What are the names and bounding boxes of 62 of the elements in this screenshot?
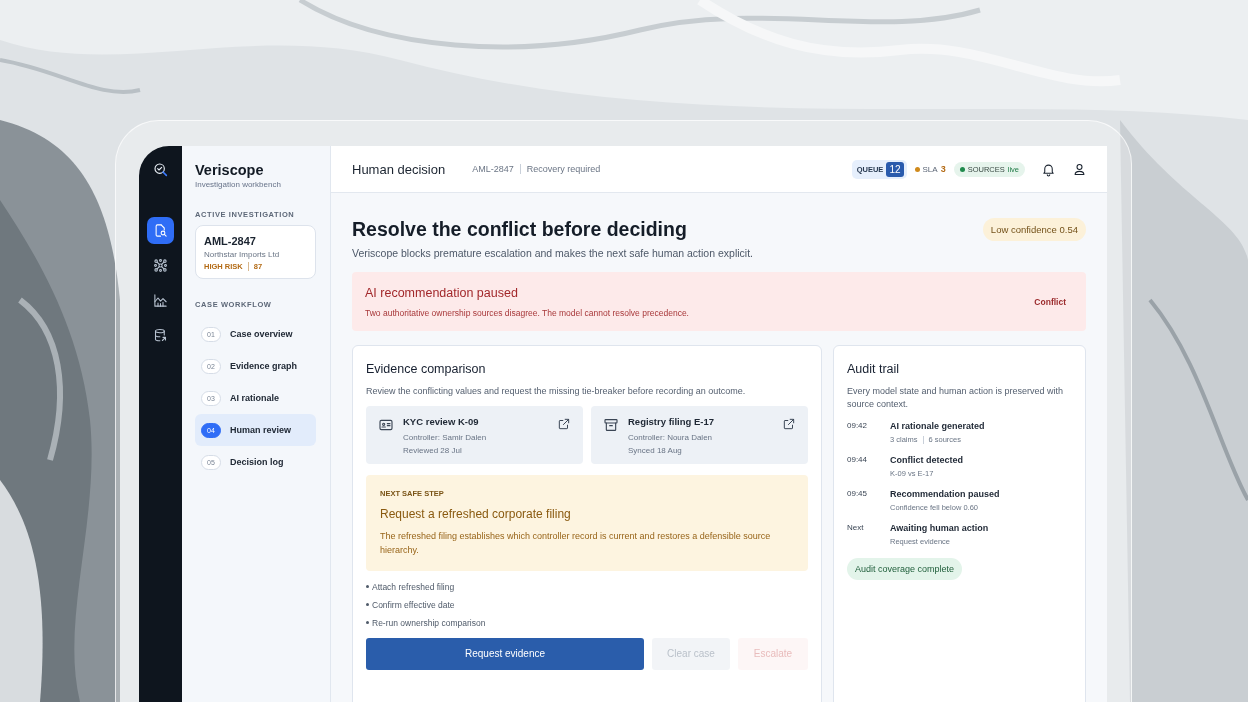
case-id: AML-2847: [204, 235, 257, 247]
sla-label: SLA: [922, 164, 938, 174]
source-title: Registry filing E-17: [628, 416, 716, 428]
checklist-item: Confirm effective date: [372, 599, 455, 610]
event-title: AI rationale generated: [890, 421, 986, 432]
event-time: 09:44: [847, 455, 869, 466]
step-label: Case overview: [230, 329, 293, 339]
database-export-icon: [153, 328, 168, 343]
source-card[interactable]: Registry filing E-17 Controller: Noura Dalen Synced 18 Aug: [591, 406, 808, 465]
alert-title: AI recommendation paused: [365, 286, 519, 300]
bell-icon[interactable]: [1041, 161, 1056, 177]
case-id: AML-2847: [472, 164, 514, 174]
user-icon[interactable]: [1072, 161, 1087, 177]
event-time: 09:45: [847, 489, 869, 500]
step-label: AI rationale: [230, 393, 279, 403]
app-tagline: Investigation workbench: [195, 180, 282, 189]
event-title: Recommendation paused: [890, 489, 1001, 500]
bullet-icon: [366, 585, 369, 589]
archive-box-icon: [603, 417, 619, 434]
panel-title: Request a refreshed corporate filing: [380, 507, 572, 522]
checklist-item: Re-run ownership comparison: [372, 617, 486, 628]
section-heading: Resolve the conflict before deciding: [352, 218, 687, 241]
card-description: Review the conflicting values and request the missing tie-breaker before recording an outcome.: [366, 385, 747, 398]
bullet-icon: [366, 621, 369, 625]
chart-icon: [153, 293, 168, 308]
source-title: KYC review K-09: [403, 416, 480, 428]
event-title: Conflict detected: [890, 455, 964, 466]
panel-text: The refreshed filing establishes which controller record is current and restores a defensible source hierarchy.: [380, 530, 772, 557]
event-title: Awaiting human action: [890, 523, 990, 534]
source-controller: Controller: Samir Dalen: [403, 433, 488, 443]
source-card[interactable]: KYC review K-09 Controller: Samir Dalen Reviewed 28 Jul: [366, 406, 583, 465]
queue-count: 12: [886, 161, 904, 177]
source-date: Reviewed 28 Jul: [403, 446, 463, 456]
coverage-badge: Audit coverage complete: [847, 558, 963, 581]
external-link-icon[interactable]: [782, 417, 796, 432]
alert-message: Two authoritative ownership sources disagree. The model cannot resolve precedence.: [365, 308, 689, 318]
network-icon: [153, 258, 168, 273]
bullet-icon: [366, 603, 369, 607]
event-time: Next: [847, 523, 865, 534]
card-title: Audit trail: [847, 362, 901, 376]
card-description: Every model state and human action is preserved with source context.: [847, 385, 1065, 412]
sla-count: 3: [940, 164, 946, 174]
section-subtitle: Veriscope blocks premature escalation and makes the next safe human action explicit.: [352, 247, 754, 259]
step-label: Decision log: [230, 457, 284, 467]
logo-icon: [152, 162, 169, 178]
step-label: Human review: [230, 425, 292, 435]
external-link-icon[interactable]: [557, 417, 571, 432]
document-search-icon: [153, 223, 168, 238]
step-label: Evidence graph: [230, 361, 298, 371]
request-button[interactable]: Request evidence: [366, 637, 644, 670]
page-title: Human decision: [352, 161, 446, 177]
checklist-item: Attach refreshed filing: [372, 581, 455, 592]
confidence-badge: Low confidence 0.54: [982, 218, 1086, 241]
company-name: Northstar Imports Ltd: [204, 250, 281, 259]
alert-tag: Conflict: [1034, 297, 1066, 307]
app-name: Veriscope: [195, 162, 265, 178]
source-date: Synced 18 Aug: [628, 446, 683, 456]
case-status: Recovery required: [526, 164, 601, 174]
source-controller: Controller: Noura Dalen: [628, 433, 714, 443]
event-time: 09:42: [847, 421, 869, 432]
rail-button[interactable]: [147, 217, 174, 244]
card-title: Evidence comparison: [366, 362, 487, 376]
